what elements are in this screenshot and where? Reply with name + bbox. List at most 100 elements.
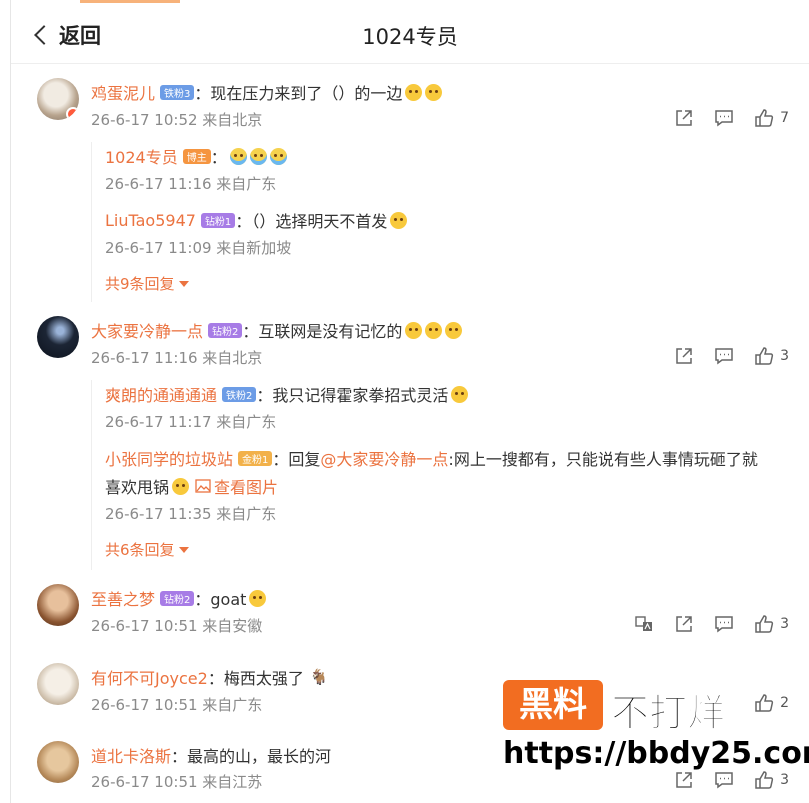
reply-item: LiuTao5947 钻粉1 ：（）选择明天不首发 [105,208,408,232]
username-link[interactable]: 小张同学的垃圾站 [105,446,233,470]
fan-badge: 金粉1 [238,450,273,466]
cat-emoji-icon [425,321,443,339]
top-bar: 返回 1024专员 [11,4,809,64]
username-link[interactable]: 鸡蛋泥儿 [91,80,155,104]
more-replies-link[interactable]: 共6条回复 [105,539,189,560]
fan-badge: 铁粉3 [160,84,195,100]
username-link[interactable]: LiuTao5947 [105,211,196,230]
goat-emoji-icon [249,589,267,607]
like-count: 2 [780,695,789,711]
share-icon [676,616,692,632]
fan-badge: 钻粉1 [200,212,236,228]
verified-badge-icon [66,107,79,120]
translate-button[interactable] [633,614,655,634]
username-link[interactable]: 爽朗的通通通通 [105,382,217,406]
image-icon [195,479,211,493]
share-button[interactable] [673,346,695,366]
goat-emoji-icon: 🐐 [309,668,329,686]
avatar[interactable] [37,316,79,358]
comment-icon [715,616,733,633]
username-link[interactable]: 大家要冷静一点 [91,318,203,342]
thumbs-up-icon [755,347,774,365]
comment-content: 至善之梦 钻粉2 ：goat [91,586,267,610]
comment-meta: 26-6-17 10:52 来自北京 [91,111,263,129]
comment-content: 大家要冷静一点 钻粉2 ：互联网是没有记忆的 [91,318,463,342]
fan-badge: 钻粉2 [160,590,195,606]
like-button[interactable] [753,346,775,366]
fan-badge: 铁粉2 [222,386,257,402]
share-button[interactable] [673,108,695,128]
comment-item: 鸡蛋泥儿 铁粉3 ：现在压力来到了（）的一边 26-6-17 10:52 来自北… [11,74,809,304]
like-button[interactable] [753,108,775,128]
reply-button[interactable] [713,346,735,366]
reply-text: ：我只记得霍家拳招式灵活 [256,386,449,405]
comment-text: ：goat [194,590,247,609]
comment-text: ：现在压力来到了（）的一边 [194,84,403,103]
avatar[interactable] [37,663,79,705]
comment-meta: 26-6-17 10:51 来自广东 [91,696,263,714]
more-replies-link[interactable]: 共9条回复 [105,273,189,294]
username-link[interactable]: 1024专员 [105,144,178,168]
reply-item: 1024专员 博主 ： [105,144,287,168]
top-accent-bar [80,0,180,3]
comment-item: 大家要冷静一点 钻粉2 ：互联网是没有记忆的 26-6-17 11:16 来自北… [11,312,809,572]
reply-item: 爽朗的通通通通 铁粉2 ：我只记得霍家拳招式灵活 [105,382,469,406]
comment-icon [715,110,733,127]
avatar[interactable] [37,584,79,626]
reply-text: ：（）选择明天不首发 [235,212,388,231]
cat-emoji-icon [405,321,423,339]
thumbs-up-icon [755,109,774,127]
grin-emoji-icon [451,385,469,403]
share-button[interactable] [673,614,695,634]
caret-down-icon [178,280,189,287]
comment-actions: 7 [655,108,789,128]
comment-content: 道北卡洛斯 ：最高的山，最长的河 [91,743,331,767]
username-link[interactable]: 道北卡洛斯 [91,743,171,767]
fan-badge: 钻粉2 [208,322,243,338]
reply-text: ： [210,148,227,167]
reply-text: :网上一搜都有，只能说有些人事情玩砸了就 [448,450,758,469]
username-link[interactable]: 至善之梦 [91,586,155,610]
comment-actions: 3 [615,614,789,634]
page-title: 1024专员 [362,25,458,49]
comment-actions: 3 [655,346,789,366]
username-link[interactable]: 有何不可Joyce2 [91,665,208,689]
cat-emoji-icon [405,83,423,101]
reply-rail [91,142,92,302]
comment-content: 有何不可Joyce2 ：梅西太强了 🐐 [91,665,329,689]
comment-meta: 26-6-17 10:51 来自安徽 [91,617,263,635]
reply-text-line2: 喜欢甩锅 查看图片 [105,474,278,498]
like-button[interactable] [753,614,775,634]
laugh-cry-emoji-icon [269,147,287,165]
laugh-cry-emoji-icon [229,147,247,165]
view-image-label: 查看图片 [214,478,279,497]
view-image-link[interactable]: 查看图片 [195,474,278,498]
reply-item: 小张同学的垃圾站 金粉1 ：回复 @大家要冷静一点 :网上一搜都有，只能说有些人… [105,446,758,470]
reply-button[interactable] [713,614,735,634]
share-icon [676,110,692,126]
host-badge: 博主 [182,148,211,164]
like-count: 3 [780,616,789,632]
watermark-url: https://bbdy25.com [503,736,809,771]
like-count: 3 [780,348,789,364]
reply-meta: 26-6-17 11:17 来自广东 [105,413,277,431]
comment-text: ：梅西太强了 [207,669,304,688]
mention-link[interactable]: @大家要冷静一点 [320,446,448,470]
cat-emoji-icon [445,321,463,339]
watermark-badge: 黑料 [503,680,603,730]
cat-emoji-icon [172,477,190,495]
avatar[interactable] [37,78,79,120]
avatar[interactable] [37,741,79,783]
reply-meta: 26-6-17 11:35 来自广东 [105,505,277,523]
comment-meta: 26-6-17 10:51 来自江苏 [91,773,263,791]
share-icon [676,348,692,364]
comment-text: ：互联网是没有记忆的 [242,322,403,341]
reply-button[interactable] [713,108,735,128]
comment-content: 鸡蛋泥儿 铁粉3 ：现在压力来到了（）的一边 [91,80,443,104]
comment-icon [715,348,733,365]
comment-text: ：最高的山，最长的河 [171,747,332,766]
thumbs-up-icon [755,615,774,633]
caret-down-icon [178,546,189,553]
cat-emoji-icon [425,83,443,101]
watermark-text: 不打烊 [610,691,726,736]
